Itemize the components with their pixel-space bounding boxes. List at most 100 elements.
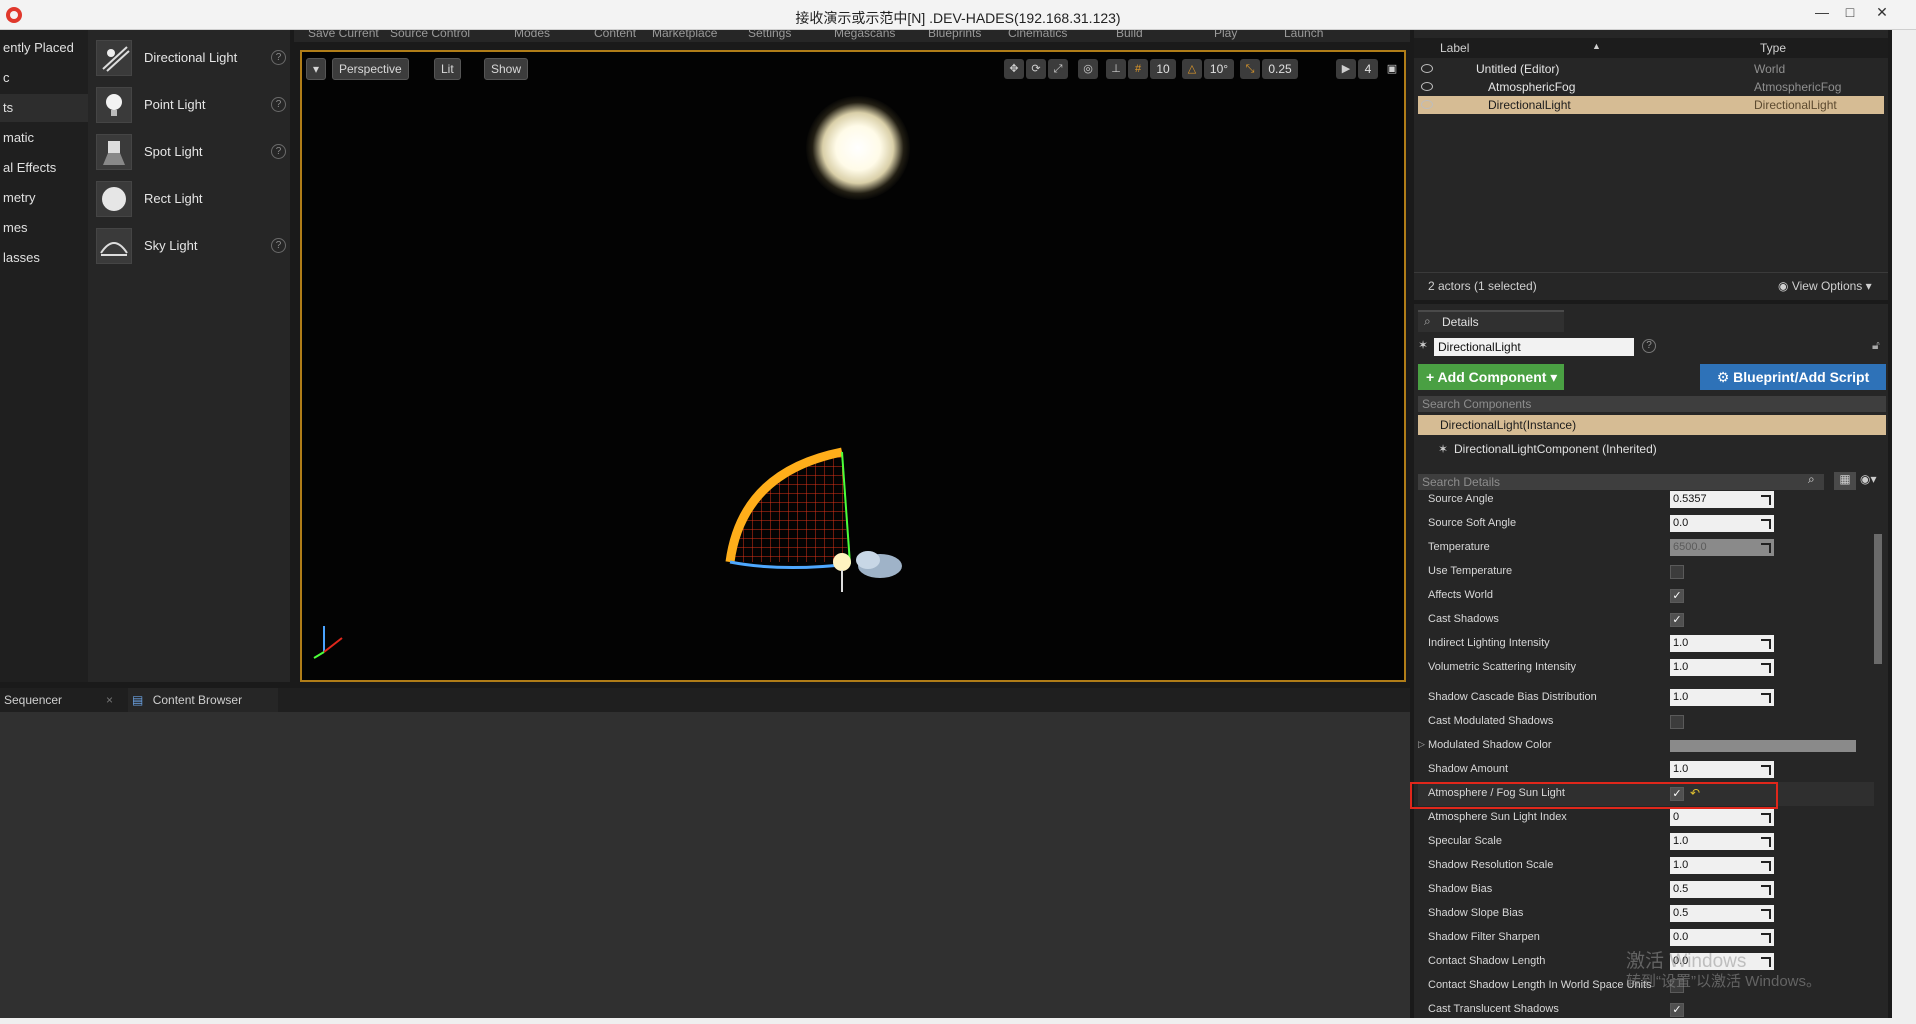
- property-checkbox[interactable]: ✓: [1670, 613, 1684, 627]
- property-value-input[interactable]: 6500.0: [1670, 539, 1774, 556]
- help-icon[interactable]: ?: [271, 97, 286, 112]
- tab-content-browser[interactable]: ▤ Content Browser: [128, 688, 278, 712]
- column-label[interactable]: Label: [1440, 41, 1469, 55]
- toolbar-marketplace[interactable]: Marketplace: [652, 30, 717, 40]
- expand-arrow-icon[interactable]: ▷: [1418, 739, 1425, 750]
- toolbar-launch[interactable]: Launch: [1284, 30, 1323, 40]
- toolbar-play[interactable]: Play: [1214, 30, 1237, 40]
- property-value-input[interactable]: 0.5: [1670, 881, 1774, 898]
- lock-icon[interactable]: 🔓︎: [1872, 338, 1880, 353]
- property-value-input[interactable]: 1.0: [1670, 635, 1774, 652]
- blueprint-label: Blueprint/Add Script: [1733, 369, 1870, 385]
- add-component-button[interactable]: + Add Component ▾: [1418, 364, 1564, 390]
- close-button[interactable]: ✕: [1868, 3, 1896, 21]
- property-name: Cast Shadows: [1428, 613, 1499, 625]
- property-value-input[interactable]: 1.0: [1670, 659, 1774, 676]
- property-value-input[interactable]: 1.0: [1670, 689, 1774, 706]
- property-value-input[interactable]: 0.5357: [1670, 491, 1774, 508]
- actor-name-field[interactable]: DirectionalLight: [1434, 338, 1634, 356]
- toolbar-build[interactable]: Build: [1116, 30, 1143, 40]
- place-item-spot-light[interactable]: Spot Light ?: [94, 132, 288, 172]
- instance-row[interactable]: DirectionalLight(Instance): [1418, 415, 1886, 435]
- tab-label: Content Browser: [152, 693, 243, 707]
- tab-sequencer[interactable]: Sequencer ×: [0, 688, 120, 712]
- help-icon[interactable]: ?: [1642, 339, 1656, 353]
- close-icon[interactable]: ×: [106, 688, 113, 712]
- point-light-icon: [96, 87, 132, 123]
- activation-watermark-title: 激活 Windows: [1626, 951, 1747, 972]
- place-categories: ently Placed c ts matic al Effects metry…: [0, 30, 88, 682]
- window-scrollbar[interactable]: [1892, 30, 1916, 1018]
- place-item-directional-light[interactable]: Directional Light ?: [94, 38, 288, 78]
- minimize-button[interactable]: —: [1808, 3, 1836, 21]
- toolbar-source-control[interactable]: Source Control: [390, 30, 470, 40]
- help-icon[interactable]: ?: [271, 238, 286, 253]
- category-lights[interactable]: ts: [0, 94, 88, 122]
- category-basic[interactable]: c: [0, 64, 88, 92]
- property-name: Atmosphere Sun Light Index: [1428, 811, 1567, 823]
- property-row: Cast Shadows ✓: [1418, 608, 1874, 632]
- property-checkbox[interactable]: ✓: [1670, 589, 1684, 603]
- property-value-input[interactable]: 0: [1670, 809, 1774, 826]
- category-volumes[interactable]: mes: [0, 214, 88, 242]
- sky-light-icon: [96, 228, 132, 264]
- property-name: Shadow Amount: [1428, 763, 1509, 775]
- visibility-filter-icon[interactable]: ◉▾: [1860, 472, 1877, 486]
- property-checkbox[interactable]: ✓: [1670, 1003, 1684, 1017]
- column-type[interactable]: Type: [1760, 41, 1786, 55]
- property-value-input[interactable]: 1.0: [1670, 857, 1774, 874]
- level-viewport[interactable]: ▾ Perspective Lit Show ✥ ⟳ ⤢ ◎ ⊥ # 10 △ …: [300, 50, 1406, 682]
- property-value-input[interactable]: 1.0: [1670, 833, 1774, 850]
- maximize-button[interactable]: □: [1836, 3, 1864, 21]
- toolbar-blueprints[interactable]: Blueprints: [928, 30, 981, 40]
- search-components-input[interactable]: Search Components: [1418, 396, 1886, 412]
- details-scrollbar-thumb[interactable]: [1874, 534, 1882, 664]
- place-item-rect-light[interactable]: Rect Light: [94, 179, 288, 219]
- visibility-eye-icon[interactable]: [1421, 100, 1433, 109]
- outliner-row-world[interactable]: Untitled (Editor) World: [1418, 60, 1884, 78]
- toolbar-content[interactable]: Content: [594, 30, 636, 40]
- place-item-label: Directional Light: [144, 50, 238, 65]
- view-options-button[interactable]: ◉ View Options ▾: [1778, 279, 1872, 293]
- component-row[interactable]: DirectionalLightComponent (Inherited): [1454, 442, 1657, 456]
- property-row: Source Soft Angle 0.0: [1418, 512, 1874, 536]
- tab-details[interactable]: ⌕ Details: [1418, 310, 1564, 332]
- help-icon[interactable]: ?: [271, 50, 286, 65]
- property-checkbox[interactable]: [1670, 565, 1684, 579]
- category-all-classes[interactable]: lasses: [0, 244, 88, 272]
- place-item-label: Rect Light: [144, 191, 203, 206]
- property-name: Shadow Filter Sharpen: [1428, 931, 1540, 943]
- place-item-point-light[interactable]: Point Light ?: [94, 85, 288, 125]
- help-icon[interactable]: ?: [271, 144, 286, 159]
- property-row: Volumetric Scattering Intensity 1.0: [1418, 656, 1874, 680]
- color-swatch[interactable]: [1670, 740, 1856, 752]
- property-checkbox[interactable]: [1670, 715, 1684, 729]
- place-item-sky-light[interactable]: Sky Light ?: [94, 226, 288, 266]
- toolbar-settings[interactable]: Settings: [748, 30, 791, 40]
- visibility-eye-icon[interactable]: [1421, 82, 1433, 91]
- add-component-label: Add Component: [1437, 369, 1547, 385]
- category-recently-placed[interactable]: ently Placed: [0, 34, 88, 62]
- blueprint-add-script-button[interactable]: ⚙ Blueprint/Add Script: [1700, 364, 1886, 390]
- toolbar-megascans[interactable]: Megascans: [834, 30, 895, 40]
- property-name: Cast Translucent Shadows: [1428, 1003, 1559, 1015]
- component-icon: ✶: [1438, 442, 1449, 456]
- visibility-eye-icon[interactable]: [1421, 64, 1433, 73]
- property-row: Affects World ✓: [1418, 584, 1874, 608]
- property-value-input[interactable]: 1.0: [1670, 761, 1774, 778]
- content-browser-area[interactable]: [0, 712, 1410, 1018]
- toolbar-modes[interactable]: Modes: [514, 30, 550, 40]
- property-value-input[interactable]: 0.5: [1670, 905, 1774, 922]
- toolbar-save-current[interactable]: Save Current: [308, 30, 379, 40]
- directional-light-gizmo: [313, 447, 902, 659]
- property-value-input[interactable]: 0.0: [1670, 929, 1774, 946]
- sort-ascending-icon[interactable]: ▲: [1592, 41, 1601, 51]
- category-geometry[interactable]: metry: [0, 184, 88, 212]
- property-value-input[interactable]: 0.0: [1670, 515, 1774, 532]
- outliner-row-directional-light[interactable]: DirectionalLight DirectionalLight: [1418, 96, 1884, 114]
- toolbar-cinematics[interactable]: Cinematics: [1008, 30, 1067, 40]
- category-cinematic[interactable]: matic: [0, 124, 88, 152]
- window-bottom-edge: [0, 1018, 1916, 1024]
- outliner-row-atmospheric-fog[interactable]: AtmosphericFog AtmosphericFog: [1418, 78, 1884, 96]
- category-visual-effects[interactable]: al Effects: [0, 154, 88, 182]
